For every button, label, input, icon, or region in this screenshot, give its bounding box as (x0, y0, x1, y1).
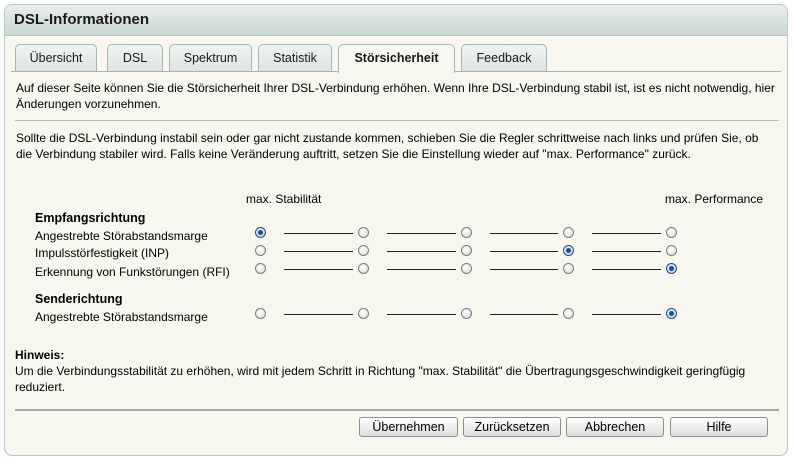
send-snr-slider-track (490, 314, 558, 315)
intro-text: Auf dieser Seite können Sie die Störsich… (16, 81, 775, 111)
cancel-button[interactable]: Abbrechen (566, 417, 664, 437)
scale-right-label: max. Performance (665, 192, 764, 206)
tab-uebersicht[interactable]: Übersicht (15, 44, 97, 71)
send-heading: Senderichtung (35, 292, 123, 306)
receive-snr-label: Angestrebte Störabstandsmarge (35, 229, 208, 243)
receive-snr-radio-5[interactable] (666, 227, 677, 238)
tab-stoersicherheit[interactable]: Störsicherheit (338, 44, 455, 73)
receive-rfi-slider-track (592, 269, 661, 270)
scale-left-label: max. Stabilität (246, 192, 322, 206)
receive-inp-radio-4[interactable] (563, 245, 574, 256)
receive-snr-radio-1[interactable] (255, 227, 266, 238)
receive-inp-radio-5[interactable] (666, 245, 677, 256)
apply-button[interactable]: Übernehmen (359, 417, 458, 437)
receive-rfi-radio-5[interactable] (666, 263, 677, 274)
tab-content: Auf dieser Seite können Sie die Störsich… (11, 71, 781, 454)
help-button[interactable]: Hilfe (670, 417, 768, 437)
receive-inp-slider-track (387, 251, 456, 252)
tab-spektrum[interactable]: Spektrum (169, 44, 252, 71)
send-snr-radio-1[interactable] (255, 308, 266, 319)
receive-snr-slider-track (284, 233, 353, 234)
receive-snr-slider-track (592, 233, 661, 234)
receive-inp-label: Impulsstörfestigkeit (INP) (35, 246, 170, 260)
window-title: DSL-Informationen (5, 5, 787, 36)
tab-statistik[interactable]: Statistik (258, 44, 332, 71)
receive-snr-radio-2[interactable] (358, 227, 369, 238)
receive-heading: Empfangsrichtung (35, 211, 146, 225)
receive-inp-slider-track (592, 251, 661, 252)
tab-feedback[interactable]: Feedback (461, 44, 547, 71)
send-snr-slider-track (592, 314, 661, 315)
reset-button[interactable]: Zurücksetzen (463, 417, 561, 437)
send-snr-slider-track (284, 314, 353, 315)
receive-inp-radio-3[interactable] (461, 245, 472, 256)
receive-rfi-slider-track (490, 269, 558, 270)
send-snr-label: Angestrebte Störabstandsmarge (35, 310, 208, 324)
receive-rfi-slider-track (387, 269, 456, 270)
receive-snr-radio-3[interactable] (461, 227, 472, 238)
receive-rfi-radio-2[interactable] (358, 263, 369, 274)
receive-inp-radio-2[interactable] (358, 245, 369, 256)
receive-snr-slider-track (387, 233, 456, 234)
receive-inp-slider-track (284, 251, 353, 252)
hint-title: Hinweis: (15, 348, 65, 362)
instructions-text: Sollte die DSL-Verbindung instabil sein … (16, 131, 759, 161)
receive-rfi-radio-3[interactable] (461, 263, 472, 274)
receive-rfi-radio-4[interactable] (563, 263, 574, 274)
send-snr-radio-4[interactable] (563, 308, 574, 319)
receive-snr-radio-4[interactable] (563, 227, 574, 238)
dsl-info-panel: DSL-Informationen Übersicht DSL Spektrum… (4, 4, 788, 456)
tab-dsl[interactable]: DSL (107, 44, 163, 71)
send-snr-radio-3[interactable] (461, 308, 472, 319)
send-snr-radio-2[interactable] (358, 308, 369, 319)
receive-rfi-label: Erkennung von Funkstörungen (RFI) (35, 265, 230, 279)
hint-text: Um die Verbindungsstabilität zu erhöhen,… (15, 364, 746, 394)
send-snr-radio-5[interactable] (666, 308, 677, 319)
send-snr-slider-track (387, 314, 456, 315)
divider (15, 120, 779, 121)
receive-inp-radio-1[interactable] (255, 245, 266, 256)
receive-rfi-radio-1[interactable] (255, 263, 266, 274)
receive-snr-slider-track (490, 233, 558, 234)
button-divider (15, 409, 779, 411)
receive-rfi-slider-track (284, 269, 353, 270)
receive-inp-slider-track (490, 251, 558, 252)
